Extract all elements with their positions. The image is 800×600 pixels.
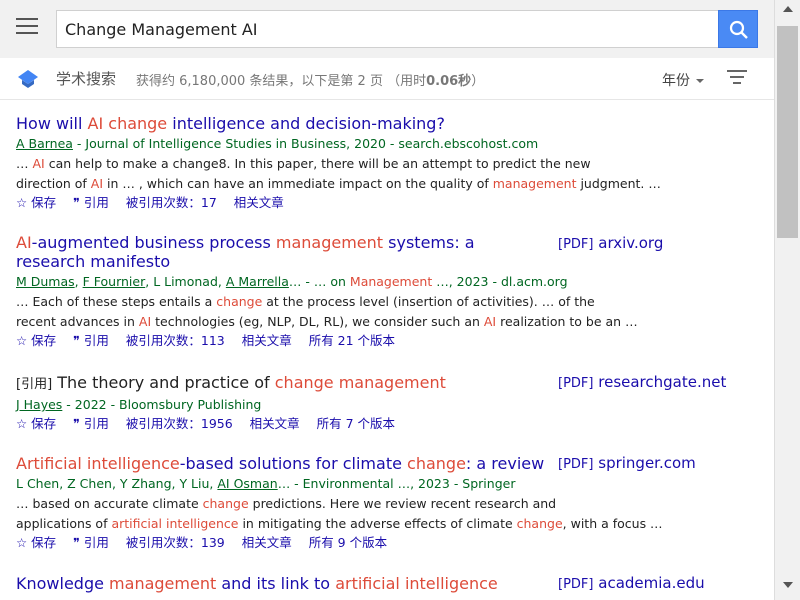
author-link[interactable]: F Fournier [83, 274, 146, 289]
save-button[interactable]: ☆ 保存 [16, 535, 56, 550]
cited-by-link[interactable]: 被引用次数：1956 [126, 416, 233, 431]
related-articles-link[interactable]: 相关文章 [242, 535, 292, 550]
result-actions: ☆ 保存 ❞ 引用 被引用次数：139 相关文章 所有 9 个版本 [16, 534, 756, 552]
result-authors: A Barnea - Journal of Intelligence Studi… [16, 136, 539, 151]
result-snippet: … AI can help to make a change8. In this… [16, 156, 661, 191]
pdf-link[interactable]: [PDF] springer.com [558, 454, 696, 472]
cited-by-link[interactable]: 被引用次数：17 [126, 195, 217, 210]
pdf-link[interactable]: [PDF] arxiv.org [558, 234, 663, 252]
result-snippet: … Each of these steps entails a change a… [16, 294, 638, 329]
top-bar [0, 0, 774, 58]
related-articles-link[interactable]: 相关文章 [250, 416, 300, 431]
save-button[interactable]: ☆ 保存 [16, 333, 56, 348]
result-snippet: … based on accurate climate change predi… [16, 496, 663, 531]
all-versions-link[interactable]: 所有 9 个版本 [309, 535, 387, 550]
save-button[interactable]: ☆ 保存 [16, 416, 56, 431]
author-link[interactable]: A Barnea [16, 136, 73, 151]
vertical-scrollbar[interactable] [774, 0, 800, 600]
hamburger-menu-icon[interactable] [16, 18, 38, 38]
result-title[interactable]: [引用] The theory and practice of change m… [16, 373, 546, 394]
sort-options-icon[interactable] [727, 70, 747, 86]
result-stats: 获得约 6,180,000 条结果，以下是第 2 页 （用时0.06秒） [136, 74, 485, 89]
all-versions-link[interactable]: 所有 21 个版本 [309, 333, 395, 348]
author-link[interactable]: J Hayes [16, 397, 62, 412]
scroll-up-icon[interactable] [783, 6, 793, 12]
author-link[interactable]: A Marrella [226, 274, 289, 289]
section-title: 学术搜索 [56, 70, 117, 88]
scholar-logo-icon[interactable] [17, 69, 39, 89]
caret-down-icon [696, 79, 704, 83]
author-link[interactable]: M Dumas [16, 274, 75, 289]
result-item: How will AI change intelligence and deci… [16, 114, 756, 212]
result-title[interactable]: AI-augmented business process management… [16, 233, 546, 271]
scroll-down-icon[interactable] [783, 582, 793, 588]
cited-by-link[interactable]: 被引用次数：113 [126, 333, 225, 348]
author-link[interactable]: AI Osman [217, 476, 277, 491]
cite-button[interactable]: ❞ 引用 [73, 416, 109, 431]
result-actions: ☆ 保存 ❞ 引用 被引用次数：17 相关文章 [16, 194, 756, 212]
save-button[interactable]: ☆ 保存 [16, 195, 56, 210]
search-box [56, 10, 718, 48]
cite-button[interactable]: ❞ 引用 [73, 333, 109, 348]
related-articles-link[interactable]: 相关文章 [242, 333, 292, 348]
related-articles-link[interactable]: 相关文章 [234, 195, 284, 210]
result-title[interactable]: Knowledge management and its link to art… [16, 574, 546, 593]
result-title[interactable]: Artificial intelligence-based solutions … [16, 454, 546, 473]
search-button[interactable] [718, 10, 758, 48]
cite-button[interactable]: ❞ 引用 [73, 195, 109, 210]
pdf-link[interactable]: [PDF] academia.edu [558, 574, 705, 592]
search-icon [729, 20, 748, 39]
result-actions: ☆ 保存 ❞ 引用 被引用次数：113 相关文章 所有 21 个版本 [16, 332, 756, 350]
year-filter-dropdown[interactable]: 年份 [662, 70, 704, 90]
cite-button[interactable]: ❞ 引用 [73, 535, 109, 550]
result-authors: M Dumas, F Fournier, L Limonad, A Marrel… [16, 274, 568, 289]
result-authors: L Chen, Z Chen, Y Zhang, Y Liu, AI Osman… [16, 476, 516, 491]
pdf-link[interactable]: [PDF] researchgate.net [558, 373, 726, 391]
result-actions: ☆ 保存 ❞ 引用 被引用次数：1956 相关文章 所有 7 个版本 [16, 415, 756, 433]
cited-by-link[interactable]: 被引用次数：139 [126, 535, 225, 550]
citation-tag: [引用] [16, 377, 53, 392]
scrollbar-thumb[interactable] [777, 26, 798, 238]
results-header: 学术搜索 获得约 6,180,000 条结果，以下是第 2 页 （用时0.06秒… [0, 58, 774, 100]
all-versions-link[interactable]: 所有 7 个版本 [317, 416, 395, 431]
result-title[interactable]: How will AI change intelligence and deci… [16, 114, 546, 133]
search-input[interactable] [57, 11, 718, 47]
result-authors: J Hayes - 2022 - Bloomsbury Publishing [16, 397, 262, 412]
